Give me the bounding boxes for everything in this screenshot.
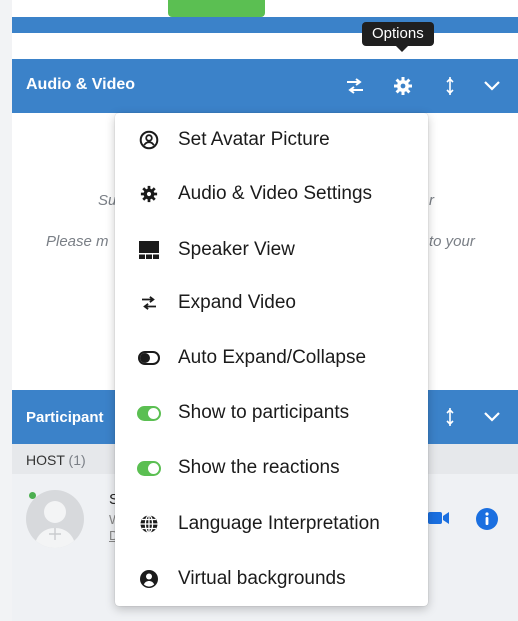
avatar [26,490,84,548]
chevron-down-icon[interactable] [481,406,503,428]
hidden-text-left-1: Su [98,192,117,209]
menu-item-language-interpretation[interactable]: Language Interpretation [115,497,428,551]
menu-item-label: Language Interpretation [178,513,380,534]
menu-item-show-the-reactions[interactable]: Show the reactions [115,441,428,495]
audio-video-title: Audio & Video [26,76,136,93]
speaker-view-icon [137,238,161,262]
swap-arrows-icon [137,291,161,315]
previous-panel-bar [12,17,518,33]
gear-icon [137,182,161,206]
menu-item-label: Auto Expand/Collapse [178,347,367,368]
options-dropdown-menu: Set Avatar Picture Audio & Video Setting… [115,113,428,606]
toggle-on-icon[interactable] [137,456,161,480]
split-resize-icon[interactable] [439,75,461,97]
menu-item-show-to-participants[interactable]: Show to participants [115,386,428,440]
camera-icon[interactable] [428,511,450,530]
menu-item-audio-video-settings[interactable]: Audio & Video Settings [115,167,428,221]
menu-item-label: Speaker View [178,239,295,260]
online-status-dot [29,492,36,499]
host-label: HOST (1) [26,452,86,468]
menu-item-label: Virtual backgrounds [178,568,346,589]
hidden-text-right-2: to your [429,233,475,250]
host-count: (1) [68,452,86,468]
menu-item-label: Show the reactions [178,457,340,478]
toggle-off-icon [137,346,161,370]
info-icon[interactable] [475,507,499,536]
menu-item-label: Set Avatar Picture [178,129,330,150]
menu-item-label: Audio & Video Settings [178,183,373,204]
gear-icon[interactable] [392,75,414,97]
menu-item-label: Expand Video [178,292,296,313]
menu-item-label: Show to participants [178,402,350,423]
green-status-tab[interactable] [168,0,265,17]
menu-item-set-avatar-picture[interactable]: Set Avatar Picture [115,113,428,167]
globe-icon [137,512,161,536]
swap-arrows-icon[interactable] [344,75,366,97]
host-label-text: HOST [26,452,65,468]
menu-item-speaker-view[interactable]: Speaker View [115,223,428,277]
toggle-on-icon[interactable] [137,401,161,425]
hidden-text-left-2: Please m [46,233,109,250]
options-tooltip: Options [362,22,434,52]
menu-item-virtual-backgrounds[interactable]: Virtual backgrounds [115,552,428,606]
person-circle-icon [137,567,161,591]
audio-video-header: Audio & Video [12,59,518,113]
split-resize-icon[interactable] [439,406,461,428]
participants-title: Participant [26,409,104,426]
top-strip [12,0,518,34]
avatar-circle-icon [137,128,161,152]
chevron-down-icon[interactable] [481,75,503,97]
menu-item-expand-video[interactable]: Expand Video [115,276,428,330]
menu-item-auto-expand-collapse[interactable]: Auto Expand/Collapse [115,331,428,385]
hidden-text-right-1: r [429,192,434,209]
